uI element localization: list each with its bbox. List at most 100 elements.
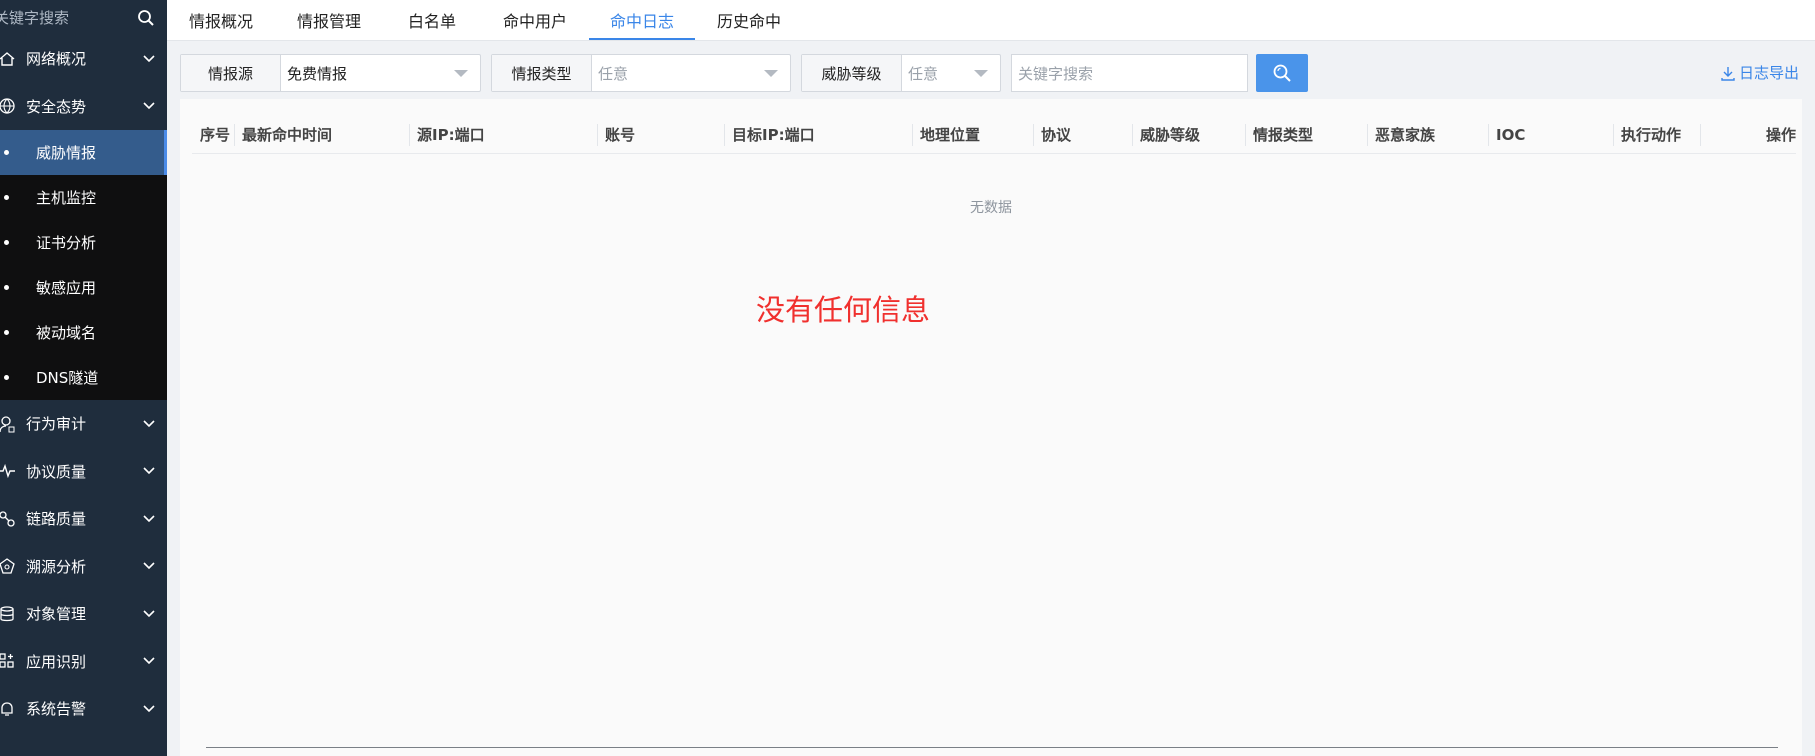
search-button[interactable] [1256,54,1308,92]
chevron-down-icon [137,556,161,576]
menu-item-label: 安全态势 [26,97,87,116]
intel-source-label: 情报源 [181,55,281,91]
caret-down-icon [454,70,468,77]
bullet-icon [4,375,9,380]
caret-down-icon [974,70,988,77]
menu-item-app-recognition[interactable]: 应用识别 [0,638,167,686]
bullet-icon [4,195,9,200]
bell-icon [0,699,22,719]
tab-hit-log[interactable]: 命中日志 [589,0,695,40]
menu-item-security-posture[interactable]: 安全态势 [0,83,167,131]
empty-table-text: 无数据 [970,200,1012,216]
menu-item-label: 对象管理 [26,605,87,624]
sub-item-sensitive-apps[interactable]: 敏感应用 [0,265,167,310]
tab-intel-overview[interactable]: 情报概况 [167,0,275,40]
sub-item-threat-intel[interactable]: 威胁情报 [0,130,167,175]
menu-item-link-quality[interactable]: 链路质量 [0,495,167,543]
sidebar-search-input[interactable]: 关键字搜索 [0,7,69,28]
chevron-down-icon [137,414,161,434]
col-latest-hit-time[interactable]: 最新命中时间 [234,115,332,154]
menu-item-label: 系统告警 [26,700,87,719]
export-log-label: 日志导出 [1738,64,1799,82]
chevron-down-icon [137,509,161,529]
threat-level-select[interactable]: 任意 [902,55,1000,91]
col-malware-family[interactable]: 恶意家族 [1367,115,1435,154]
col-intel-type[interactable]: 情报类型 [1245,115,1313,154]
col-geo-location[interactable]: 地理位置 [912,115,980,154]
sub-item-label: 主机监控 [36,189,97,207]
sub-item-passive-dns[interactable]: 被动域名 [0,310,167,355]
col-action[interactable]: 执行动作 [1613,115,1681,154]
col-ioc[interactable]: IOC [1488,115,1525,154]
col-protocol[interactable]: 协议 [1033,115,1071,154]
database-icon [0,604,22,624]
keyword-search-input[interactable]: 关键字搜索 [1011,54,1248,92]
pulse-icon [0,461,22,481]
intel-source-filter[interactable]: 情报源 免费情报 [180,54,481,92]
intel-type-select[interactable]: 任意 [592,55,790,91]
no-info-message: 没有任何信息 [756,293,931,327]
menu-item-label: 协议质量 [26,462,87,481]
intel-source-select[interactable]: 免费情报 [281,55,480,91]
menu-item-protocol-quality[interactable]: 协议质量 [0,448,167,496]
bullet-icon [4,150,9,155]
bullet-icon [4,330,9,335]
chevron-down-icon [137,651,161,671]
col-operation[interactable]: 操作 [1700,115,1796,154]
intel-type-label: 情报类型 [492,55,592,91]
intel-type-filter[interactable]: 情报类型 任意 [491,54,791,92]
sub-item-host-monitor[interactable]: 主机监控 [0,175,167,220]
col-account[interactable]: 账号 [597,115,635,154]
col-source-ip-port[interactable]: 源IP:端口 [409,115,485,154]
bullet-icon [4,240,9,245]
sub-item-cert-analysis[interactable]: 证书分析 [0,220,167,265]
sub-item-label: 证书分析 [36,234,97,252]
home-icon [0,49,22,69]
sidebar: 关键字搜索 网络概况 安全态势 威胁情报 主机监控 证书分析 敏感应用 被动域名… [0,0,167,756]
sub-item-label: DNS隧道 [36,369,99,387]
download-icon [1721,66,1735,81]
menu-item-object-management[interactable]: 对象管理 [0,590,167,638]
horizontal-scrollbar[interactable] [206,747,1778,748]
chevron-down-icon [137,49,161,69]
chevron-down-icon [137,461,161,481]
sub-item-label: 威胁情报 [36,144,97,162]
tab-hit-history[interactable]: 历史命中 [695,0,803,40]
threat-level-value: 任意 [908,64,939,83]
globe-icon [0,96,22,116]
export-log-button[interactable]: 日志导出 [1720,62,1799,83]
search-icon[interactable] [135,7,157,29]
intel-type-value: 任意 [598,64,629,83]
menu-item-network-overview[interactable]: 网络概况 [0,35,167,83]
user-audit-icon [0,414,22,434]
menu-item-label: 应用识别 [26,652,87,671]
sidebar-search[interactable]: 关键字搜索 [0,0,167,35]
sub-item-label: 被动域名 [36,324,97,342]
col-index[interactable]: 序号 [192,115,230,154]
security-submenu: 威胁情报 主机监控 证书分析 敏感应用 被动域名 DNS隧道 [0,130,167,400]
threat-level-filter[interactable]: 威胁等级 任意 [801,54,1001,92]
tab-hit-users[interactable]: 命中用户 [481,0,589,40]
bullet-icon [4,285,9,290]
apps-icon [0,651,22,671]
caret-down-icon [764,70,778,77]
menu-item-label: 链路质量 [26,510,87,529]
filter-bar: 情报源 免费情报 情报类型 任意 威胁等级 任意 关键字搜索 [180,54,1308,92]
menu-item-behavior-audit[interactable]: 行为审计 [0,400,167,448]
menu-item-label: 溯源分析 [26,557,87,576]
hit-log-table-panel: 序号 最新命中时间 源IP:端口 账号 目标IP:端口 地理位置 协议 威胁等级… [180,99,1802,756]
threat-level-label: 威胁等级 [802,55,902,91]
sub-item-dns-tunnel[interactable]: DNS隧道 [0,355,167,400]
menu-item-trace-analysis[interactable]: 溯源分析 [0,543,167,591]
top-tabs: 情报概况 情报管理 白名单 命中用户 命中日志 历史命中 [167,0,1815,41]
tab-whitelist[interactable]: 白名单 [383,0,481,40]
link-icon [0,509,22,529]
chevron-down-icon [137,96,161,116]
menu-item-label: 行为审计 [26,415,87,434]
col-target-ip-port[interactable]: 目标IP:端口 [724,115,815,154]
tab-intel-management[interactable]: 情报管理 [275,0,383,40]
search-icon [1273,64,1291,82]
menu-item-system-alerts[interactable]: 系统告警 [0,685,167,733]
col-threat-level[interactable]: 威胁等级 [1132,115,1200,154]
intel-source-value: 免费情报 [287,64,348,83]
